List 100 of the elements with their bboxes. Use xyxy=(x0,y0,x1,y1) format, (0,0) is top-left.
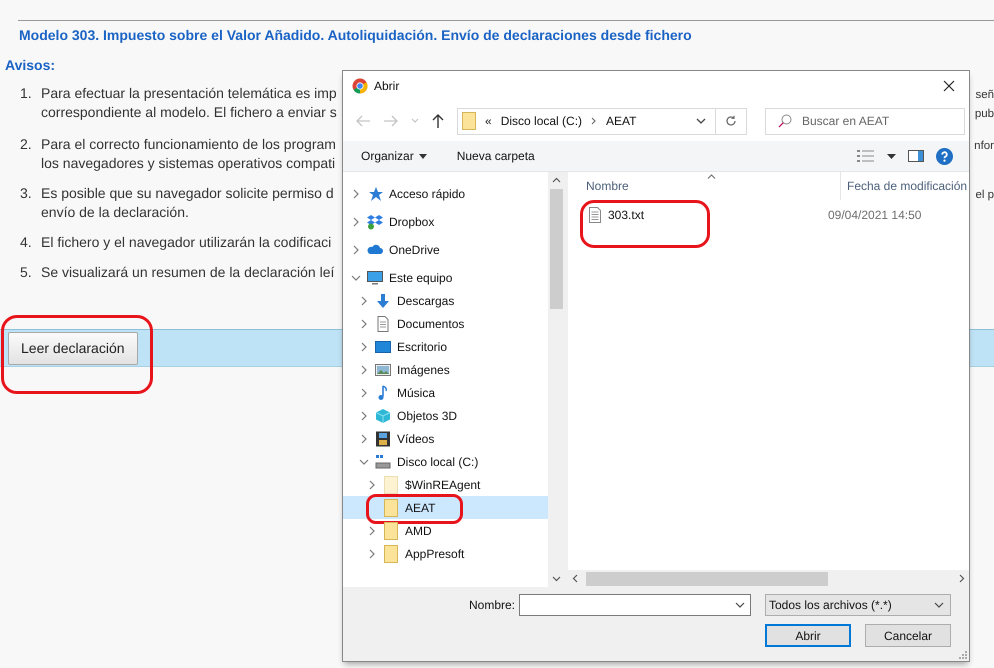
text-file-icon xyxy=(588,207,602,223)
tree-label: Escritorio xyxy=(397,340,448,354)
tree-label: Este equipo xyxy=(389,270,452,284)
chevron-down-icon[interactable] xyxy=(351,272,361,282)
tree-item[interactable]: Objetos 3D xyxy=(343,404,548,427)
tree-item[interactable]: Este equipo xyxy=(343,266,548,289)
tree-item[interactable]: Descargas xyxy=(343,289,548,312)
new-folder-button[interactable]: Nueva carpeta xyxy=(456,149,535,163)
dialog-title: Abrir xyxy=(374,79,400,93)
list-number: 3. xyxy=(19,185,33,203)
tree-item[interactable]: Documentos xyxy=(343,312,548,335)
notice-text: pub xyxy=(974,107,994,122)
preview-pane-icon[interactable] xyxy=(908,150,924,162)
chevron-right-icon[interactable] xyxy=(367,480,377,490)
dropdown-caret-icon xyxy=(418,154,427,158)
notice-text: nfor xyxy=(974,139,994,154)
tree-label: Vídeos xyxy=(397,432,434,446)
tree-item[interactable]: Escritorio xyxy=(343,335,548,358)
chevron-down-icon[interactable] xyxy=(696,118,706,124)
chevron-right-icon[interactable] xyxy=(351,244,361,254)
tree-label: OneDrive xyxy=(389,242,440,256)
list-number: 1. xyxy=(19,85,33,103)
notice-text: Para efectuar la presentación telemática es imp xyxy=(41,85,337,102)
chevron-right-icon[interactable] xyxy=(359,410,369,420)
list-number: 4. xyxy=(19,234,33,251)
file-type-dropdown[interactable]: Todos los archivos (*.*) xyxy=(765,594,951,616)
notice-text: el p xyxy=(975,188,994,203)
file-row[interactable]: 303.txt 09/04/2021 14:50 xyxy=(568,202,969,228)
desktop-icon xyxy=(375,338,391,354)
notice-text: señ xyxy=(975,88,994,103)
tree-label: Imágenes xyxy=(397,362,450,376)
scroll-up-icon[interactable] xyxy=(552,177,561,183)
scroll-down-icon[interactable] xyxy=(552,576,561,582)
column-header[interactable]: Nombre xyxy=(568,179,840,193)
chevron-right-icon[interactable] xyxy=(359,434,369,444)
search-box[interactable]: Buscar en AEAT xyxy=(765,108,965,134)
scroll-left-icon[interactable] xyxy=(572,574,578,583)
filename-field[interactable] xyxy=(519,594,751,616)
browser-logo-icon xyxy=(352,78,368,94)
address-bar[interactable]: « Disco local (C:) AEAT xyxy=(457,108,747,134)
breadcrumb[interactable]: AEAT xyxy=(606,114,636,128)
file-date: 09/04/2021 14:50 xyxy=(828,208,922,222)
chevron-right-icon[interactable] xyxy=(359,318,369,328)
tree-label: AEAT xyxy=(405,500,436,514)
chevron-down-icon xyxy=(934,602,944,608)
list-number: 5. xyxy=(19,264,33,281)
view-options-icon[interactable] xyxy=(857,149,875,163)
notice-text: los navegadores y sistemas operativos compati xyxy=(41,155,336,172)
breadcrumb[interactable]: Disco local (C:) xyxy=(500,114,582,128)
help-icon[interactable] xyxy=(936,148,953,164)
tree-item[interactable]: Acceso rápido xyxy=(343,182,548,205)
tree-label: Música xyxy=(397,386,436,400)
chevron-right-icon[interactable] xyxy=(351,216,361,226)
notice-text: Es posible que su navegador solicite permiso d xyxy=(41,185,334,202)
download-arrow-icon xyxy=(375,292,391,308)
tree-item[interactable]: Música xyxy=(343,381,548,404)
search-icon xyxy=(778,114,792,128)
tree-item[interactable]: AMD xyxy=(343,519,548,542)
filename-label: Nombre: xyxy=(468,598,515,612)
resize-grip-icon[interactable] xyxy=(959,651,967,659)
tree-item[interactable]: AppPresoft xyxy=(343,542,548,565)
dropdown-caret-icon[interactable] xyxy=(887,154,896,158)
scrollbar-thumb[interactable] xyxy=(586,572,828,586)
chevron-right-icon[interactable] xyxy=(359,296,369,306)
chevron-right-icon[interactable] xyxy=(351,188,361,198)
dropbox-logo-icon xyxy=(367,214,383,230)
tree-item[interactable]: $WinREAgent xyxy=(343,473,548,496)
picture-icon xyxy=(375,362,391,378)
breadcrumb-overflow[interactable]: « xyxy=(485,114,492,128)
file-name: 303.txt xyxy=(608,208,644,222)
scroll-right-icon[interactable] xyxy=(959,574,965,583)
chevron-down-icon[interactable] xyxy=(359,456,369,466)
horizontal-scrollbar[interactable] xyxy=(568,570,969,587)
monitor-icon xyxy=(367,270,383,286)
open-button[interactable]: Abrir xyxy=(765,624,851,647)
notice-text: El fichero y el navegador utilizarán la codificaci xyxy=(41,234,332,251)
scrollbar-thumb[interactable] xyxy=(550,189,563,309)
chevron-right-icon[interactable] xyxy=(367,548,377,558)
tree-item[interactable]: Dropbox xyxy=(343,210,548,233)
chevron-down-icon[interactable] xyxy=(735,602,745,608)
tree-item[interactable]: Disco local (C:) xyxy=(343,450,548,473)
refresh-icon xyxy=(725,115,737,127)
chevron-right-icon[interactable] xyxy=(367,526,377,536)
tree-item[interactable]: Vídeos xyxy=(343,427,548,450)
close-icon[interactable] xyxy=(943,80,955,92)
sort-caret-icon xyxy=(707,174,716,179)
chevron-right-icon[interactable] xyxy=(359,388,369,398)
tree-label: Objetos 3D xyxy=(397,408,458,422)
tree-item[interactable]: OneDrive xyxy=(343,238,548,261)
up-arrow-icon[interactable] xyxy=(431,113,445,129)
column-header[interactable]: Fecha de modificación xyxy=(840,172,968,200)
star-icon xyxy=(367,186,383,202)
organize-menu[interactable]: Organizar xyxy=(361,149,427,163)
chevron-right-icon[interactable] xyxy=(359,364,369,374)
tree-item[interactable]: Imágenes xyxy=(343,358,548,381)
read-declaration-button[interactable]: Leer declaración xyxy=(8,332,138,364)
list-number: 2. xyxy=(19,136,33,154)
cancel-button[interactable]: Cancelar xyxy=(865,624,951,647)
chevron-right-icon[interactable] xyxy=(359,342,369,352)
vertical-scrollbar[interactable] xyxy=(548,172,565,587)
